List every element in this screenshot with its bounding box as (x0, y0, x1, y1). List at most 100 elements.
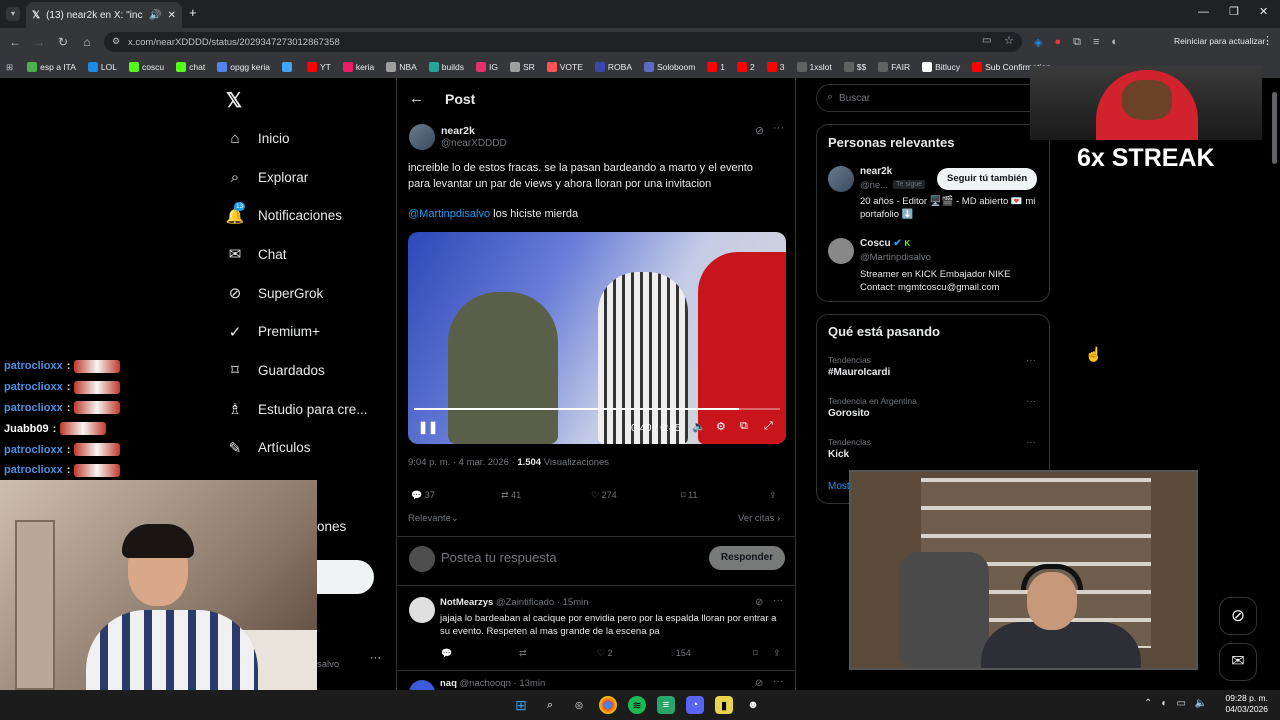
bookmark-item[interactable]: chat (176, 62, 205, 72)
reply-repost-icon[interactable]: ⇄ (519, 648, 527, 659)
like-button[interactable]: ♡ 274 (591, 490, 617, 501)
view-quotes-link[interactable]: Ver citas › (738, 513, 780, 524)
bookmark-item[interactable]: SR (509, 62, 535, 72)
extension-icon[interactable]: ◈ (1034, 36, 1042, 49)
person-name[interactable]: near2k (860, 166, 892, 177)
nav-item-notificaciones[interactable]: 🔔 13 Notificaciones (226, 196, 396, 235)
post-button-partial[interactable] (317, 560, 374, 594)
tab-close-icon[interactable]: ✕ (168, 10, 176, 21)
bookmark-item[interactable]: builds (428, 62, 464, 72)
nav-partial-label[interactable]: ones (317, 519, 346, 534)
volume-icon[interactable]: 🔈 (692, 420, 706, 433)
more-options-icon[interactable]: ··· (1026, 355, 1036, 366)
nav-item-chat[interactable]: ✉ Chat (226, 235, 396, 274)
reply-author[interactable]: naq (440, 678, 457, 689)
pip-icon[interactable]: ⧉ (740, 420, 748, 433)
app-icon[interactable]: ▮ (715, 696, 733, 714)
trend-item[interactable]: Tendencias #MauroIcardi ··· (828, 355, 1040, 389)
bookmark-button[interactable]: ⌑ 11 (681, 490, 697, 501)
account-more-icon[interactable]: ··· (370, 652, 381, 664)
maximize-button[interactable]: ❐ (1229, 5, 1239, 18)
nav-item-inicio[interactable]: ⌂ Inicio (226, 119, 396, 158)
extension-icon[interactable]: ● (1054, 36, 1061, 48)
bookmark-item[interactable]: 2 (737, 62, 755, 72)
browser-tab[interactable]: 𝕏 (13) near2k en X: "increíble 🔊 ✕ (26, 2, 182, 28)
reload-icon[interactable]: ↻ (55, 35, 71, 49)
person-handle[interactable]: @ne... (860, 180, 888, 191)
volume-tray-icon[interactable]: 🔈 (1195, 698, 1207, 709)
settings-icon[interactable]: ⚙ (716, 420, 726, 433)
update-button[interactable]: Reiniciar para actualizar (1168, 34, 1272, 50)
account-handle-partial[interactable]: salvo (317, 659, 339, 670)
grok-icon[interactable]: ⊘ (755, 597, 763, 608)
post-timestamp[interactable]: 9:04 p. m. · 4 mar. 2026 · (408, 457, 517, 468)
nav-item-estudio-para-cre[interactable]: ♗ Estudio para cre... (226, 390, 396, 429)
search-taskbar-icon[interactable]: ⌕ (541, 696, 559, 714)
bookmark-item[interactable]: ROBA (594, 62, 632, 72)
reply-handle[interactable]: @nachooqn · 13min (460, 678, 546, 689)
search-box[interactable]: ⌕ Buscar (816, 84, 1050, 112)
bookmark-item[interactable]: $$ (843, 62, 866, 72)
notepad-icon[interactable]: ≡ (657, 696, 675, 714)
bookmark-item[interactable]: FAIR (878, 62, 910, 72)
video-progress-track[interactable] (414, 408, 780, 410)
bookmark-item[interactable]: NBA (386, 62, 417, 72)
tray-icon[interactable]: ◐ (1161, 698, 1167, 709)
bookmark-item[interactable]: Bitlucy (922, 62, 960, 72)
more-options-icon[interactable]: ··· (773, 676, 783, 687)
bookmark-item[interactable]: 1xslot (796, 62, 832, 72)
start-icon[interactable]: ⊞ (512, 696, 530, 714)
display-icon[interactable]: ▭ (1176, 698, 1185, 709)
x-logo-icon[interactable]: 𝕏 (226, 88, 242, 113)
spotify-icon[interactable]: ≋ (628, 696, 646, 714)
fullscreen-icon[interactable]: ⤢ (764, 420, 773, 433)
reply-views[interactable]: ⫶ 154 (671, 648, 691, 659)
clock[interactable]: 09:28 p. m. 04/03/2026 (1222, 693, 1268, 715)
back-arrow-icon[interactable]: ← (409, 90, 424, 107)
grok-float-button[interactable]: ⊘ (1219, 597, 1257, 635)
reply-author[interactable]: NotMearzys (440, 597, 493, 608)
more-options-icon[interactable]: ··· (773, 122, 784, 134)
browser-menu-icon[interactable]: ⋮ (1262, 34, 1273, 47)
grok-icon[interactable]: ⊘ (755, 678, 763, 689)
bookmark-item[interactable] (281, 62, 295, 72)
bookmark-item[interactable]: esp a ITA (27, 62, 76, 72)
new-tab-button[interactable]: + (189, 5, 197, 20)
forward-icon[interactable]: → (31, 35, 47, 49)
app-icon[interactable]: ☻ (744, 696, 762, 714)
media-icon[interactable]: ≡ (1093, 36, 1099, 48)
video-player[interactable]: ❚❚ 0:40 / 0:45 🔈 ⚙ ⧉ ⤢ (408, 232, 786, 444)
my-avatar[interactable] (409, 546, 435, 572)
more-options-icon[interactable]: ··· (1026, 396, 1036, 407)
more-options-icon[interactable]: ··· (773, 595, 783, 606)
trend-item[interactable]: Tendencias Kick ··· (828, 437, 1040, 471)
reply-button[interactable]: 💬 37 (411, 490, 435, 501)
tab-search-button[interactable]: ▾ (6, 7, 20, 21)
author-name[interactable]: near2k (441, 125, 475, 137)
mention-link[interactable]: @Martinpdisalvo (408, 208, 490, 220)
bookmark-item[interactable]: 1 (707, 62, 725, 72)
bookmark-item[interactable]: Soloboom (644, 62, 695, 72)
reply-like-button[interactable]: ♡ 2 (597, 648, 613, 659)
reply-share-icon[interactable]: ⇪ (773, 648, 781, 659)
nav-item-artículos[interactable]: ✎ Artículos (226, 429, 396, 468)
reply-bookmark-icon[interactable]: ⌑ (753, 648, 758, 659)
person-handle[interactable]: @Martinpdisalvo (860, 252, 931, 263)
nav-item-supergrok[interactable]: ⊘ SuperGrok (226, 274, 396, 313)
apps-icon[interactable]: ⊞ (6, 62, 13, 73)
grok-icon[interactable]: ⊘ (755, 124, 764, 137)
bookmark-item[interactable]: IG (475, 62, 498, 72)
bookmark-item[interactable]: VOTE (546, 62, 583, 72)
author-handle[interactable]: @nearXDDDD (441, 138, 507, 149)
bookmark-item[interactable]: 3 (766, 62, 785, 72)
nav-item-explorar[interactable]: ⌕ Explorar (226, 158, 396, 197)
sort-dropdown[interactable]: Relevante⌄ (408, 513, 459, 524)
bookmark-item[interactable]: YT (306, 62, 331, 72)
person-name[interactable]: Coscu (860, 238, 891, 249)
audio-icon[interactable]: 🔊 (149, 10, 161, 21)
person-avatar[interactable] (828, 166, 854, 192)
messages-float-button[interactable]: ✉ (1219, 643, 1257, 681)
puzzle-icon[interactable]: ⧉ (1073, 36, 1081, 49)
close-window-button[interactable]: ✕ (1259, 5, 1268, 18)
back-icon[interactable]: ← (7, 35, 23, 49)
